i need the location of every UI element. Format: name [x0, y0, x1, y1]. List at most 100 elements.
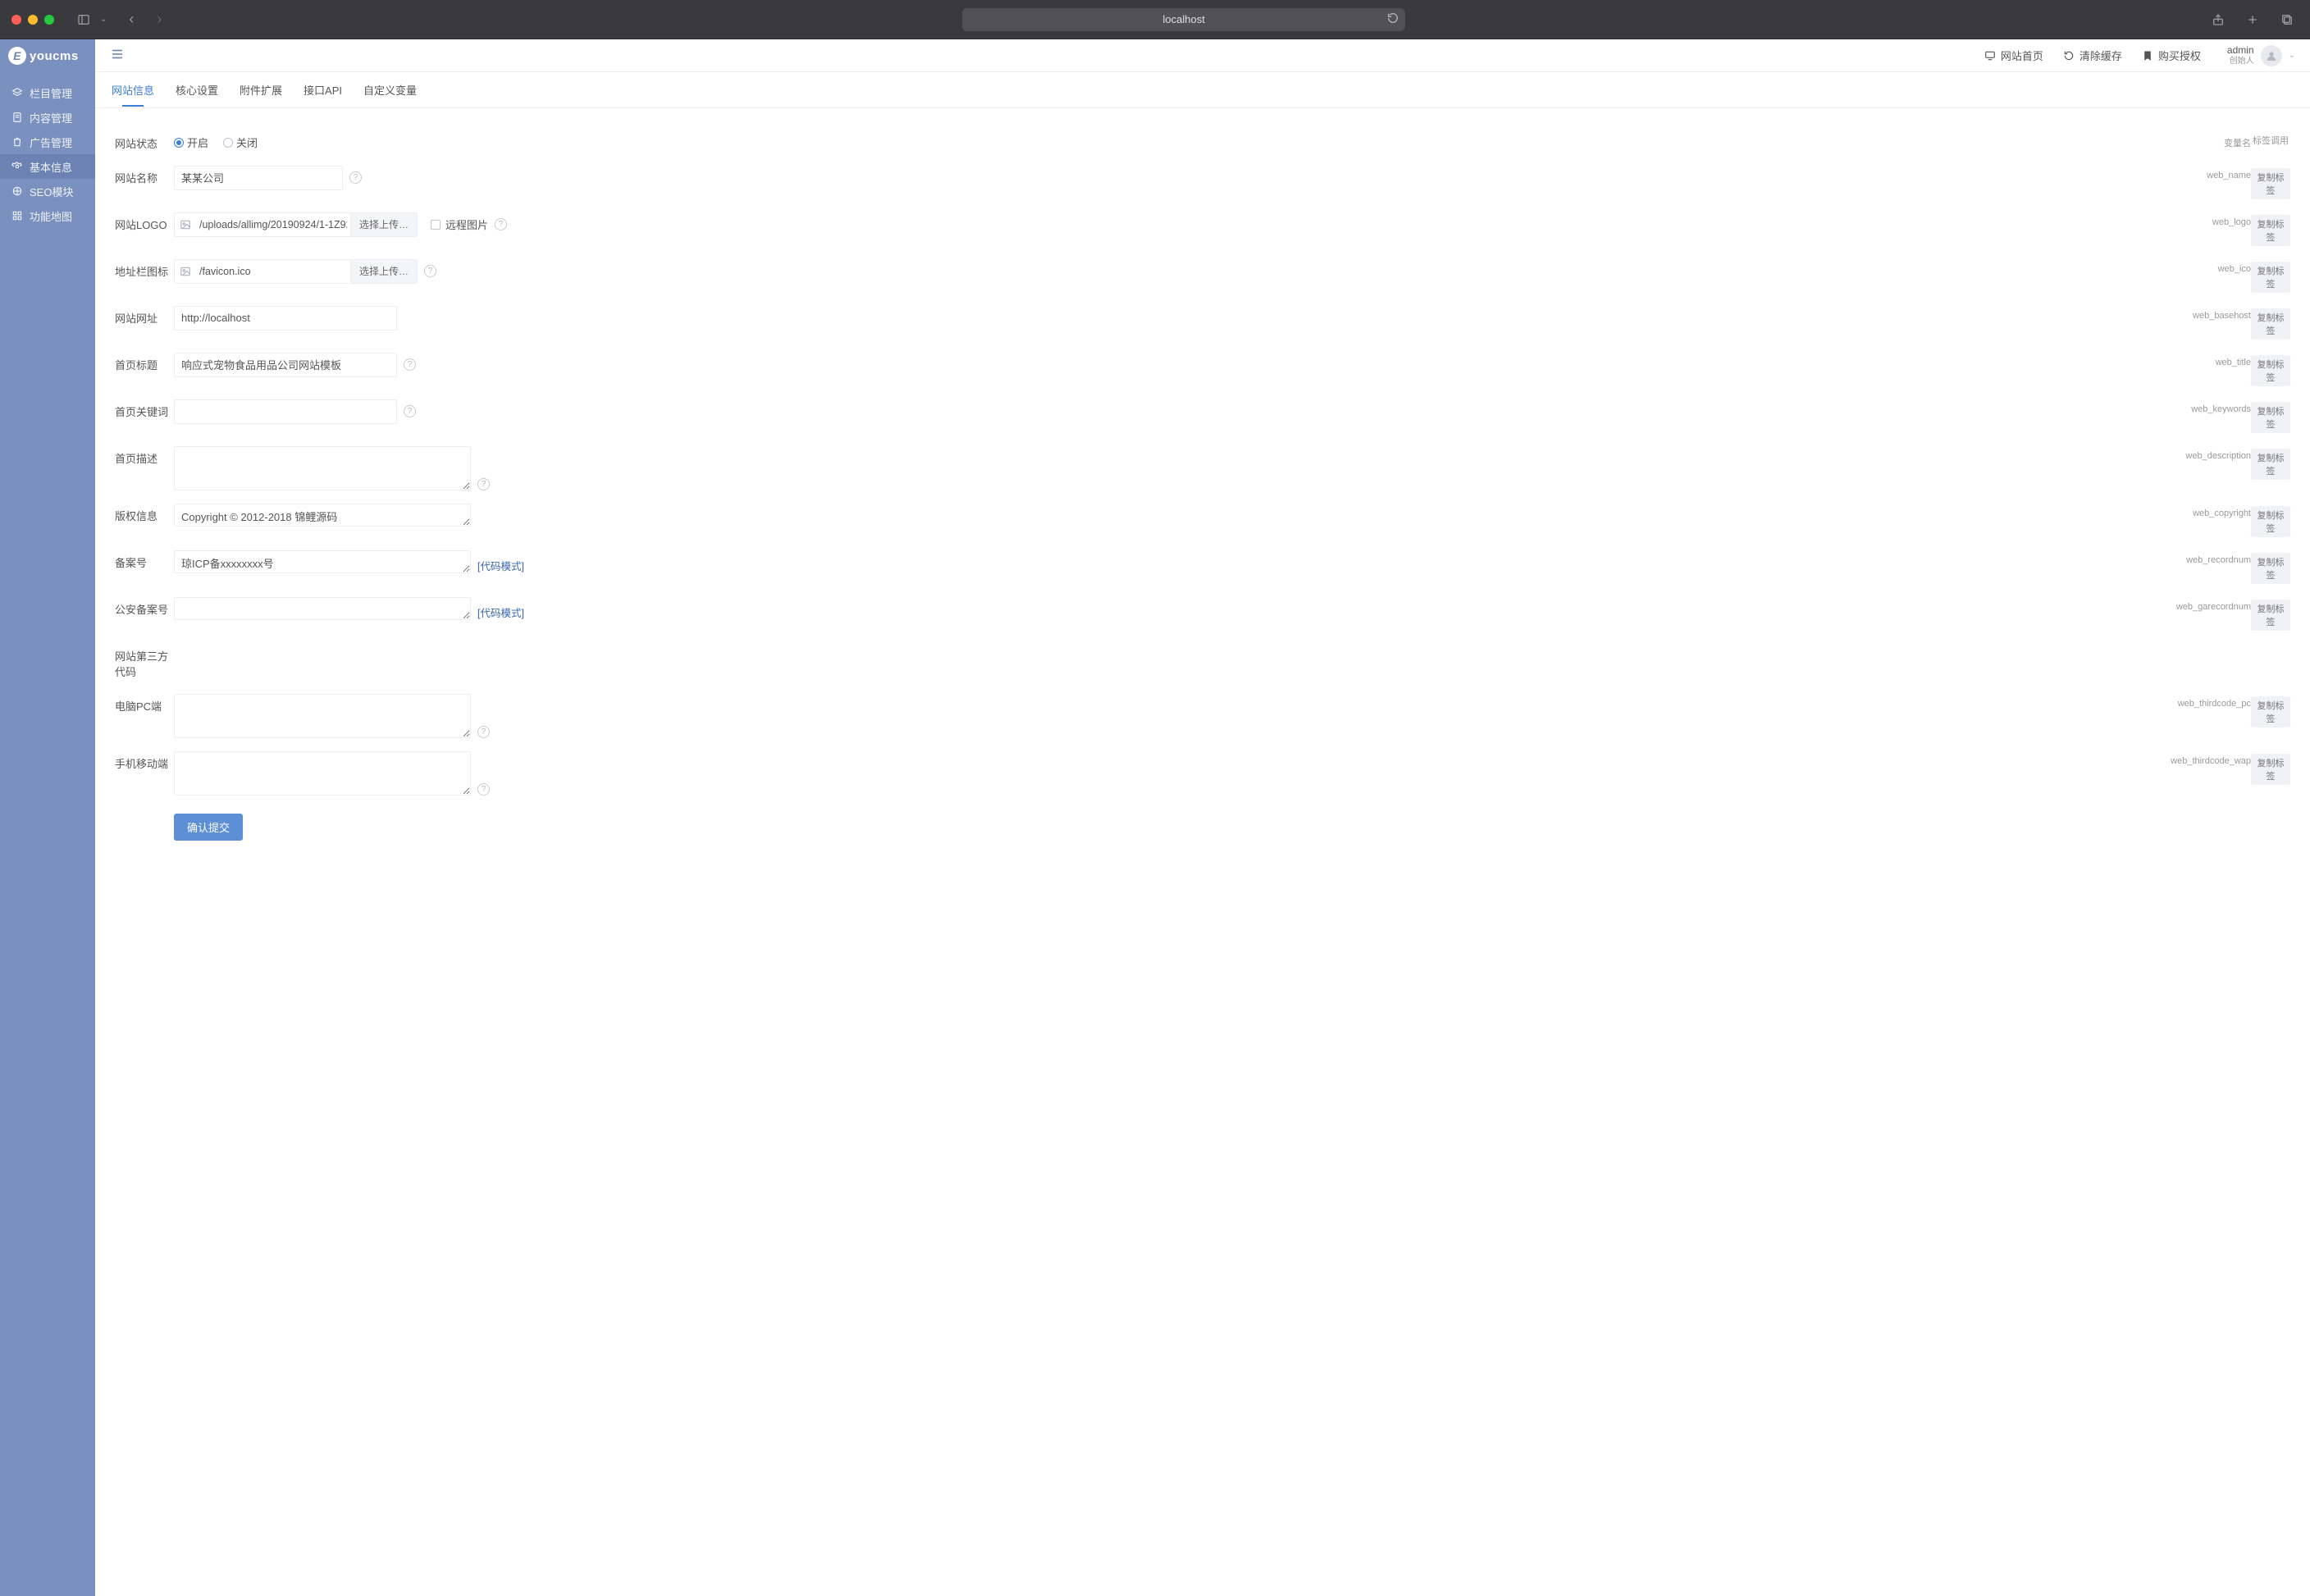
- refresh-icon: [2063, 50, 2075, 62]
- textarea-garecordnum[interactable]: [174, 597, 471, 620]
- label-favicon: 地址栏图标: [115, 259, 174, 280]
- label-site-logo: 网站LOGO: [115, 212, 174, 234]
- sidebar-item-content[interactable]: 内容管理: [0, 105, 95, 130]
- checkbox-remote-image[interactable]: 远程图片: [431, 217, 488, 232]
- label-site-status: 网站状态: [115, 131, 174, 153]
- var-name: web_title: [2152, 353, 2251, 367]
- sidebar-toggle-icon[interactable]: [72, 8, 95, 31]
- user-menu[interactable]: admin 创始人 ⌄: [2227, 45, 2295, 66]
- copy-tag-button[interactable]: 复制标签: [2251, 402, 2290, 433]
- minimize-window-icon[interactable]: [28, 15, 38, 25]
- help-icon[interactable]: ?: [404, 358, 416, 371]
- privacy-shield-icon[interactable]: [0, 8, 3, 31]
- var-name: web_name: [2152, 166, 2251, 180]
- close-window-icon[interactable]: [11, 15, 21, 25]
- sidebar-item-seo[interactable]: SEO模块: [0, 179, 95, 203]
- address-bar[interactable]: localhost: [962, 8, 1405, 31]
- var-name: web_ico: [2152, 259, 2251, 274]
- copy-tag-button[interactable]: 复制标签: [2251, 553, 2290, 584]
- label-garecordnum: 公安备案号: [115, 597, 174, 618]
- layers-icon: [11, 87, 23, 98]
- tab-custom-vars[interactable]: 自定义变量: [363, 82, 417, 107]
- upload-favicon-button[interactable]: 选择上传…: [350, 260, 417, 283]
- copy-tag-button[interactable]: 复制标签: [2251, 308, 2290, 340]
- input-favicon-path[interactable]: [196, 260, 350, 283]
- copy-tag-button[interactable]: 复制标签: [2251, 262, 2290, 293]
- help-icon[interactable]: ?: [477, 783, 490, 796]
- tab-attachments[interactable]: 附件扩展: [240, 82, 282, 107]
- input-logo-path[interactable]: [196, 213, 350, 236]
- input-keywords[interactable]: [174, 399, 397, 424]
- var-name: web_basehost: [2152, 306, 2251, 321]
- sidebar-item-sitemap[interactable]: 功能地图: [0, 203, 95, 228]
- sidebar-item-basic-info[interactable]: 基本信息: [0, 154, 95, 179]
- copy-tag-button[interactable]: 复制标签: [2251, 168, 2290, 199]
- input-title[interactable]: [174, 353, 397, 377]
- help-icon[interactable]: ?: [404, 405, 416, 417]
- help-icon[interactable]: ?: [477, 726, 490, 738]
- image-icon: [175, 266, 196, 277]
- sidebar-item-ads[interactable]: 广告管理: [0, 130, 95, 154]
- nav-back-icon[interactable]: ‹: [120, 8, 143, 31]
- top-link-label: 清除缓存: [2079, 48, 2122, 63]
- share-icon[interactable]: [2207, 8, 2230, 31]
- help-icon[interactable]: ?: [349, 171, 362, 184]
- var-name: web_garecordnum: [2152, 597, 2251, 612]
- input-site-name[interactable]: [174, 166, 343, 190]
- link-code-mode[interactable]: [代码模式]: [477, 604, 524, 620]
- help-icon[interactable]: ?: [424, 265, 436, 277]
- label-site-name: 网站名称: [115, 166, 174, 187]
- label-recordnum: 备案号: [115, 550, 174, 572]
- upload-logo-button[interactable]: 选择上传…: [350, 213, 417, 236]
- textarea-recordnum[interactable]: [174, 550, 471, 573]
- copy-tag-button[interactable]: 复制标签: [2251, 600, 2290, 631]
- brand-text: youcms: [30, 49, 79, 63]
- sidebar-item-columns[interactable]: 栏目管理: [0, 80, 95, 105]
- label-basehost: 网站网址: [115, 306, 174, 327]
- help-icon[interactable]: ?: [495, 218, 507, 230]
- copy-tag-button[interactable]: 复制标签: [2251, 754, 2290, 785]
- textarea-description[interactable]: [174, 446, 471, 490]
- link-code-mode[interactable]: [代码模式]: [477, 558, 524, 573]
- top-link-label: 购买授权: [2158, 48, 2201, 63]
- window-controls: [11, 15, 54, 25]
- input-basehost[interactable]: [174, 306, 397, 331]
- bookmark-icon: [2142, 50, 2153, 62]
- var-name: web_thirdcode_pc: [2152, 694, 2251, 709]
- radio-status-off[interactable]: 关闭: [223, 135, 258, 150]
- var-name: web_logo: [2152, 212, 2251, 227]
- maximize-window-icon[interactable]: [44, 15, 54, 25]
- top-link-home[interactable]: 网站首页: [1984, 48, 2043, 63]
- col-header-var: 变量名: [2152, 131, 2251, 149]
- copy-tag-button[interactable]: 复制标签: [2251, 215, 2290, 246]
- reload-icon[interactable]: [1387, 12, 1399, 26]
- top-link-buy-license[interactable]: 购买授权: [2142, 48, 2201, 63]
- grid-icon: [11, 210, 23, 221]
- chevron-down-icon[interactable]: ⌄: [100, 15, 107, 24]
- col-header-tagcall: 标签调用: [2253, 136, 2289, 146]
- tab-site-info[interactable]: 网站信息: [112, 82, 154, 107]
- submit-button[interactable]: 确认提交: [174, 814, 243, 841]
- tab-overview-icon[interactable]: [2276, 8, 2299, 31]
- top-link-clear-cache[interactable]: 清除缓存: [2063, 48, 2122, 63]
- var-name: web_recordnum: [2152, 550, 2251, 565]
- help-icon[interactable]: ?: [477, 478, 490, 490]
- radio-status-on[interactable]: 开启: [174, 135, 208, 150]
- copy-tag-button[interactable]: 复制标签: [2251, 355, 2290, 386]
- new-tab-icon[interactable]: [2241, 8, 2264, 31]
- nav-forward-icon[interactable]: ›: [148, 8, 171, 31]
- menu-toggle-icon[interactable]: [110, 47, 125, 64]
- tab-core-settings[interactable]: 核心设置: [176, 82, 218, 107]
- textarea-pc-third[interactable]: [174, 694, 471, 738]
- copy-tag-button[interactable]: 复制标签: [2251, 449, 2290, 480]
- label-wap-third: 手机移动端: [115, 751, 174, 773]
- textarea-wap-third[interactable]: [174, 751, 471, 796]
- copy-tag-button[interactable]: 复制标签: [2251, 506, 2290, 537]
- tab-api[interactable]: 接口API: [304, 82, 342, 107]
- brand-logo-icon: E: [8, 47, 26, 65]
- brand-logo[interactable]: E youcms: [0, 39, 95, 72]
- radio-label: 关闭: [236, 135, 258, 150]
- copy-tag-button[interactable]: 复制标签: [2251, 696, 2290, 727]
- topbar: 网站首页 清除缓存 购买授权 admin 创始人 ⌄: [95, 39, 2310, 72]
- textarea-copyright[interactable]: [174, 504, 471, 527]
